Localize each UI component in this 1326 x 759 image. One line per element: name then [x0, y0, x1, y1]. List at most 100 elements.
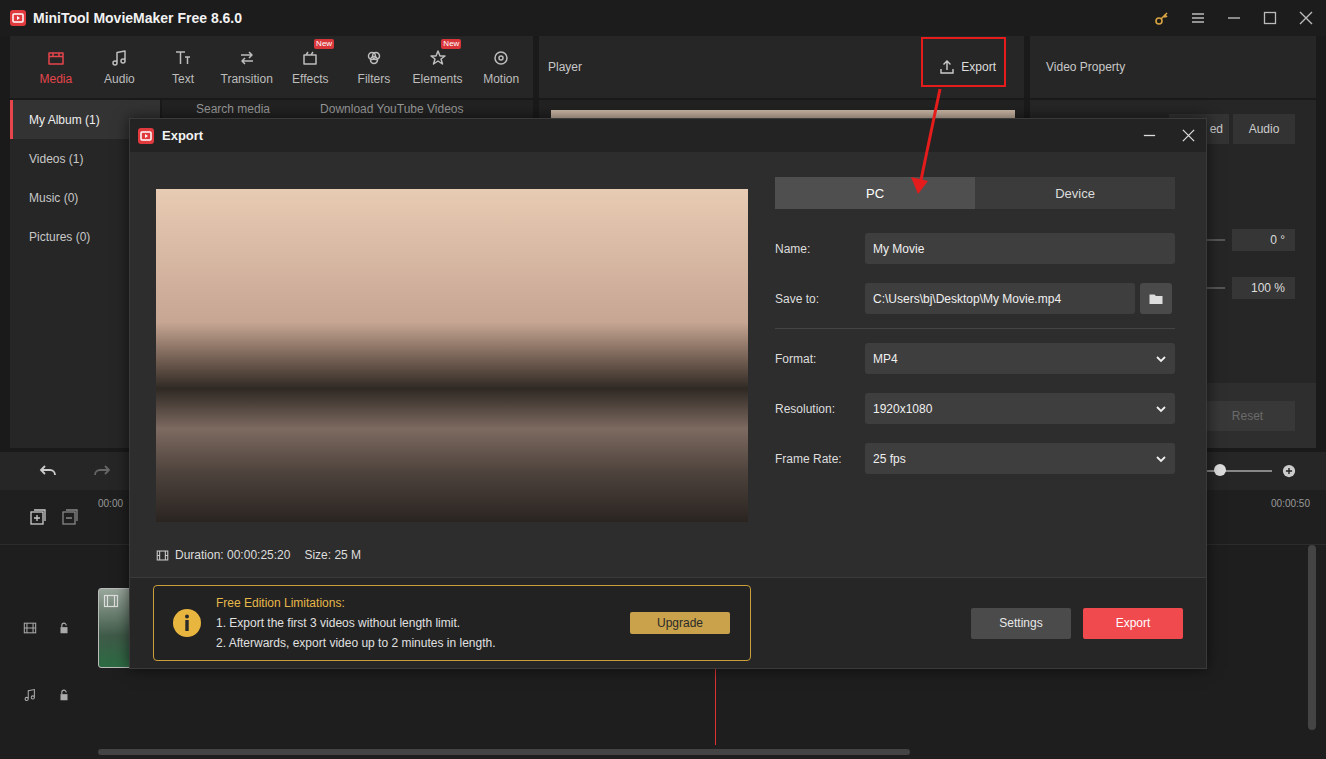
- undo-icon[interactable]: [39, 462, 57, 480]
- text-icon: [174, 49, 192, 67]
- ruler-time: 00:00: [98, 498, 123, 509]
- menu-icon[interactable]: [1190, 10, 1206, 26]
- reset-button[interactable]: Reset: [1200, 401, 1295, 431]
- search-media-field[interactable]: Search media: [196, 102, 270, 116]
- dialog-title-bar: Export: [130, 119, 1206, 152]
- dialog-body: Duration: 00:00:25:20Size: 25 M PCDevice N…: [130, 152, 1206, 577]
- toolbar-tab-label: Audio: [104, 72, 135, 86]
- dialog-close-icon[interactable]: [1181, 128, 1196, 143]
- field-label: Resolution:: [775, 402, 865, 416]
- toolbar-tab[interactable]: EffectsNew: [279, 36, 343, 98]
- toolbar-tab-label: Transition: [221, 72, 273, 86]
- toolbar-tab[interactable]: Audio: [88, 36, 152, 98]
- field-value: 25 fps: [873, 452, 1155, 466]
- field-input[interactable]: My Movie: [865, 233, 1175, 264]
- toolbar-tab[interactable]: Transition: [215, 36, 279, 98]
- minimize-icon[interactable]: [1226, 10, 1242, 26]
- rotation-value[interactable]: 0 °: [1232, 229, 1295, 251]
- export-button[interactable]: Export: [939, 59, 996, 75]
- ruler-time: 00:00:50: [1271, 498, 1310, 509]
- browse-button[interactable]: [1140, 283, 1172, 314]
- filters-icon: [365, 49, 383, 67]
- player-header: Player Export: [539, 36, 1024, 98]
- upgrade-button[interactable]: Upgrade: [630, 612, 730, 634]
- dialog-logo-icon: [138, 128, 154, 144]
- vertical-scrollbar[interactable]: [1308, 545, 1316, 745]
- limitations-title: Free Edition Limitations:: [216, 593, 630, 613]
- zoom-knob[interactable]: [1214, 464, 1226, 476]
- field-input[interactable]: MP4: [865, 343, 1175, 374]
- effects-icon: [301, 49, 319, 67]
- folder-icon: [1148, 291, 1164, 307]
- property-tab[interactable]: Audio: [1233, 114, 1295, 144]
- dialog-footer: Free Edition Limitations:1. Export the f…: [130, 577, 1206, 668]
- field-row: Name:My Movie: [775, 233, 1175, 264]
- field-row: Save to: C:\Users\bj\Desktop\My Movie.mp4: [775, 283, 1175, 314]
- toolbar-tab-label: Elements: [413, 72, 463, 86]
- field-input[interactable]: C:\Users\bj\Desktop\My Movie.mp4: [865, 283, 1135, 314]
- add-track-icon[interactable]: [30, 509, 46, 525]
- field-label: Name:: [775, 242, 865, 256]
- preview-column: Duration: 00:00:25:20Size: 25 M: [156, 177, 748, 577]
- window-controls: [1154, 10, 1316, 26]
- field-label: Save to:: [775, 292, 865, 306]
- download-youtube-button[interactable]: Download YouTube Videos: [320, 102, 463, 116]
- chevron-down-icon: [1155, 403, 1167, 415]
- property-title: Video Property: [1030, 60, 1125, 74]
- field-input[interactable]: 25 fps: [865, 443, 1175, 474]
- chevron-down-icon: [1155, 453, 1167, 465]
- film-icon: [23, 621, 37, 635]
- audio-icon: [110, 49, 128, 67]
- field-value: 1920x1080: [873, 402, 1155, 416]
- key-icon[interactable]: [1154, 10, 1170, 26]
- upload-icon: [939, 59, 955, 75]
- limitations-box: Free Edition Limitations:1. Export the f…: [153, 585, 751, 661]
- settings-button[interactable]: Settings: [971, 608, 1071, 639]
- redo-icon[interactable]: [93, 462, 111, 480]
- remove-track-icon[interactable]: [62, 509, 78, 525]
- duration-text: Duration: 00:00:25:20: [175, 548, 290, 562]
- divider: [775, 328, 1175, 329]
- field-value: MP4: [873, 352, 1155, 366]
- target-tab[interactable]: Device: [975, 177, 1175, 209]
- music-icon: [23, 688, 37, 702]
- field-row: Frame Rate: 25 fps: [775, 443, 1175, 474]
- field-row: Resolution: 1920x1080: [775, 393, 1175, 424]
- maximize-icon[interactable]: [1262, 10, 1278, 26]
- toolbar-tab[interactable]: Text: [151, 36, 215, 98]
- field-label: Frame Rate:: [775, 452, 865, 466]
- settings-column: PCDevice Name:My Movie Save to: C:\Users\bj…: [775, 177, 1175, 577]
- zoom-in-icon[interactable]: [1282, 464, 1296, 478]
- export-confirm-button[interactable]: Export: [1083, 608, 1183, 639]
- close-icon[interactable]: [1298, 10, 1314, 26]
- toolbar-tab[interactable]: Motion: [469, 36, 533, 98]
- player-title: Player: [539, 60, 582, 74]
- lock-icon[interactable]: [57, 688, 71, 702]
- app-window: MiniTool MovieMaker Free 8.6.0Media Audio…: [0, 0, 1326, 759]
- toolbar-tab[interactable]: Media: [24, 36, 88, 98]
- title-bar: MiniTool MovieMaker Free 8.6.0: [0, 0, 1326, 36]
- elements-icon: [429, 49, 447, 67]
- track-tools: [0, 490, 92, 544]
- target-tab[interactable]: PC: [775, 177, 975, 209]
- scale-value[interactable]: 100 %: [1232, 277, 1295, 299]
- toolbar-tab-label: Filters: [358, 72, 391, 86]
- dialog-title: Export: [162, 128, 203, 143]
- toolbar-tab-label: Text: [172, 72, 194, 86]
- toolbar-tab-label: Effects: [292, 72, 328, 86]
- export-preview: [156, 189, 748, 522]
- media-bar: Search media Download YouTube Videos: [162, 100, 533, 118]
- property-header: Video Property: [1030, 36, 1316, 98]
- toolbar-tab[interactable]: ElementsNew: [406, 36, 470, 98]
- dialog-minimize-icon[interactable]: [1142, 128, 1157, 143]
- info-icon: [172, 608, 202, 638]
- playhead[interactable]: [715, 669, 716, 745]
- logo-icon: [10, 10, 26, 26]
- horizontal-scrollbar[interactable]: [0, 745, 1326, 759]
- field-input[interactable]: 1920x1080: [865, 393, 1175, 424]
- toolbar-tab[interactable]: Filters: [342, 36, 406, 98]
- lock-icon[interactable]: [57, 621, 71, 635]
- export-label: Export: [961, 60, 996, 74]
- field-label: Format:: [775, 352, 865, 366]
- field-value: C:\Users\bj\Desktop\My Movie.mp4: [873, 292, 1127, 306]
